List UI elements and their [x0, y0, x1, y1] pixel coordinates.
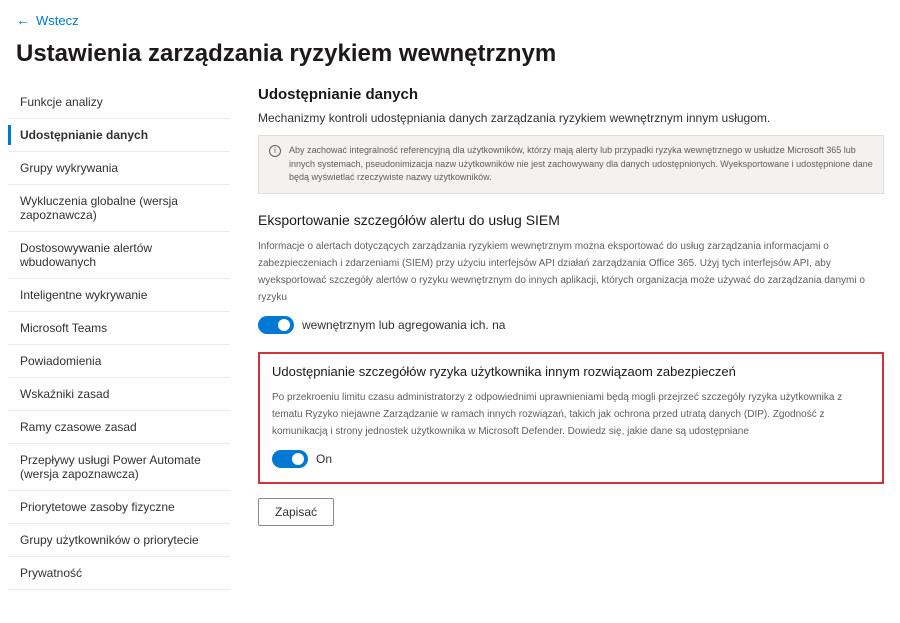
risk-sharing-toggle-label: On [316, 452, 332, 466]
siem-export-title: Eksportowanie szczegółów alertu do usług… [258, 212, 884, 228]
sidebar-item-notifications[interactable]: Powiadomienia [8, 345, 230, 378]
risk-sharing-toggle[interactable] [272, 450, 308, 468]
sidebar-item-analysis-features[interactable]: Funkcje analizy [8, 86, 230, 119]
sidebar-item-power-automate-flows[interactable]: Przepływy usługi Power Automate (wersja … [8, 444, 230, 491]
sidebar-item-customize-alerts[interactable]: Dostosowywanie alertów wbudowanych [8, 232, 230, 279]
risk-sharing-highlighted-section: Udostępnianie szczegółów ryzyka użytkown… [258, 352, 884, 484]
sidebar-item-priority-user-groups[interactable]: Grupy użytkowników o priorytecie [8, 524, 230, 557]
siem-export-toggle[interactable] [258, 316, 294, 334]
sidebar-item-intelligent-detection[interactable]: Inteligentne wykrywanie [8, 279, 230, 312]
risk-sharing-title: Udostępnianie szczegółów ryzyka użytkown… [272, 364, 870, 379]
info-text: Aby zachować integralność referencyjną d… [289, 144, 873, 185]
back-link[interactable]: ← Wstecz [0, 0, 900, 36]
sidebar-item-policy-indicators[interactable]: Wskaźniki zasad [8, 378, 230, 411]
back-arrow-icon: ← [16, 12, 30, 28]
settings-sidebar: Funkcje analizy Udostępnianie danych Gru… [8, 86, 238, 590]
sidebar-item-privacy[interactable]: Prywatność [8, 557, 230, 590]
page-title: Ustawienia zarządzania ryzykiem wewnętrz… [0, 36, 900, 86]
siem-toggle-label: wewnętrznym lub agregowania ich. na [302, 318, 505, 332]
info-banner: i Aby zachować integralność referencyjną… [258, 135, 884, 194]
sidebar-item-policy-timeframes[interactable]: Ramy czasowe zasad [8, 411, 230, 444]
sidebar-item-global-exclusions[interactable]: Wykluczenia globalne (wersja zapoznawcza… [8, 185, 230, 232]
toggle-knob [278, 319, 290, 331]
main-panel: Udostępnianie danych Mechanizmy kontroli… [238, 86, 892, 590]
siem-export-description: Informacje o alertach dotyczących zarząd… [258, 238, 884, 306]
section-title: Udostępnianie danych [258, 86, 884, 103]
sidebar-item-priority-physical-assets[interactable]: Priorytetowe zasoby fizyczne [8, 491, 230, 524]
save-button[interactable]: Zapisać [258, 498, 334, 526]
toggle-knob [292, 453, 304, 465]
back-label: Wstecz [36, 13, 79, 28]
info-icon: i [269, 145, 281, 157]
risk-sharing-description: Po przekroeniu limitu czasu administrato… [272, 389, 870, 440]
section-subtitle: Mechanizmy kontroli udostępniania danych… [258, 111, 884, 125]
sidebar-item-data-sharing[interactable]: Udostępnianie danych [8, 119, 230, 152]
sidebar-item-microsoft-teams[interactable]: Microsoft Teams [8, 312, 230, 345]
sidebar-item-detection-groups[interactable]: Grupy wykrywania [8, 152, 230, 185]
